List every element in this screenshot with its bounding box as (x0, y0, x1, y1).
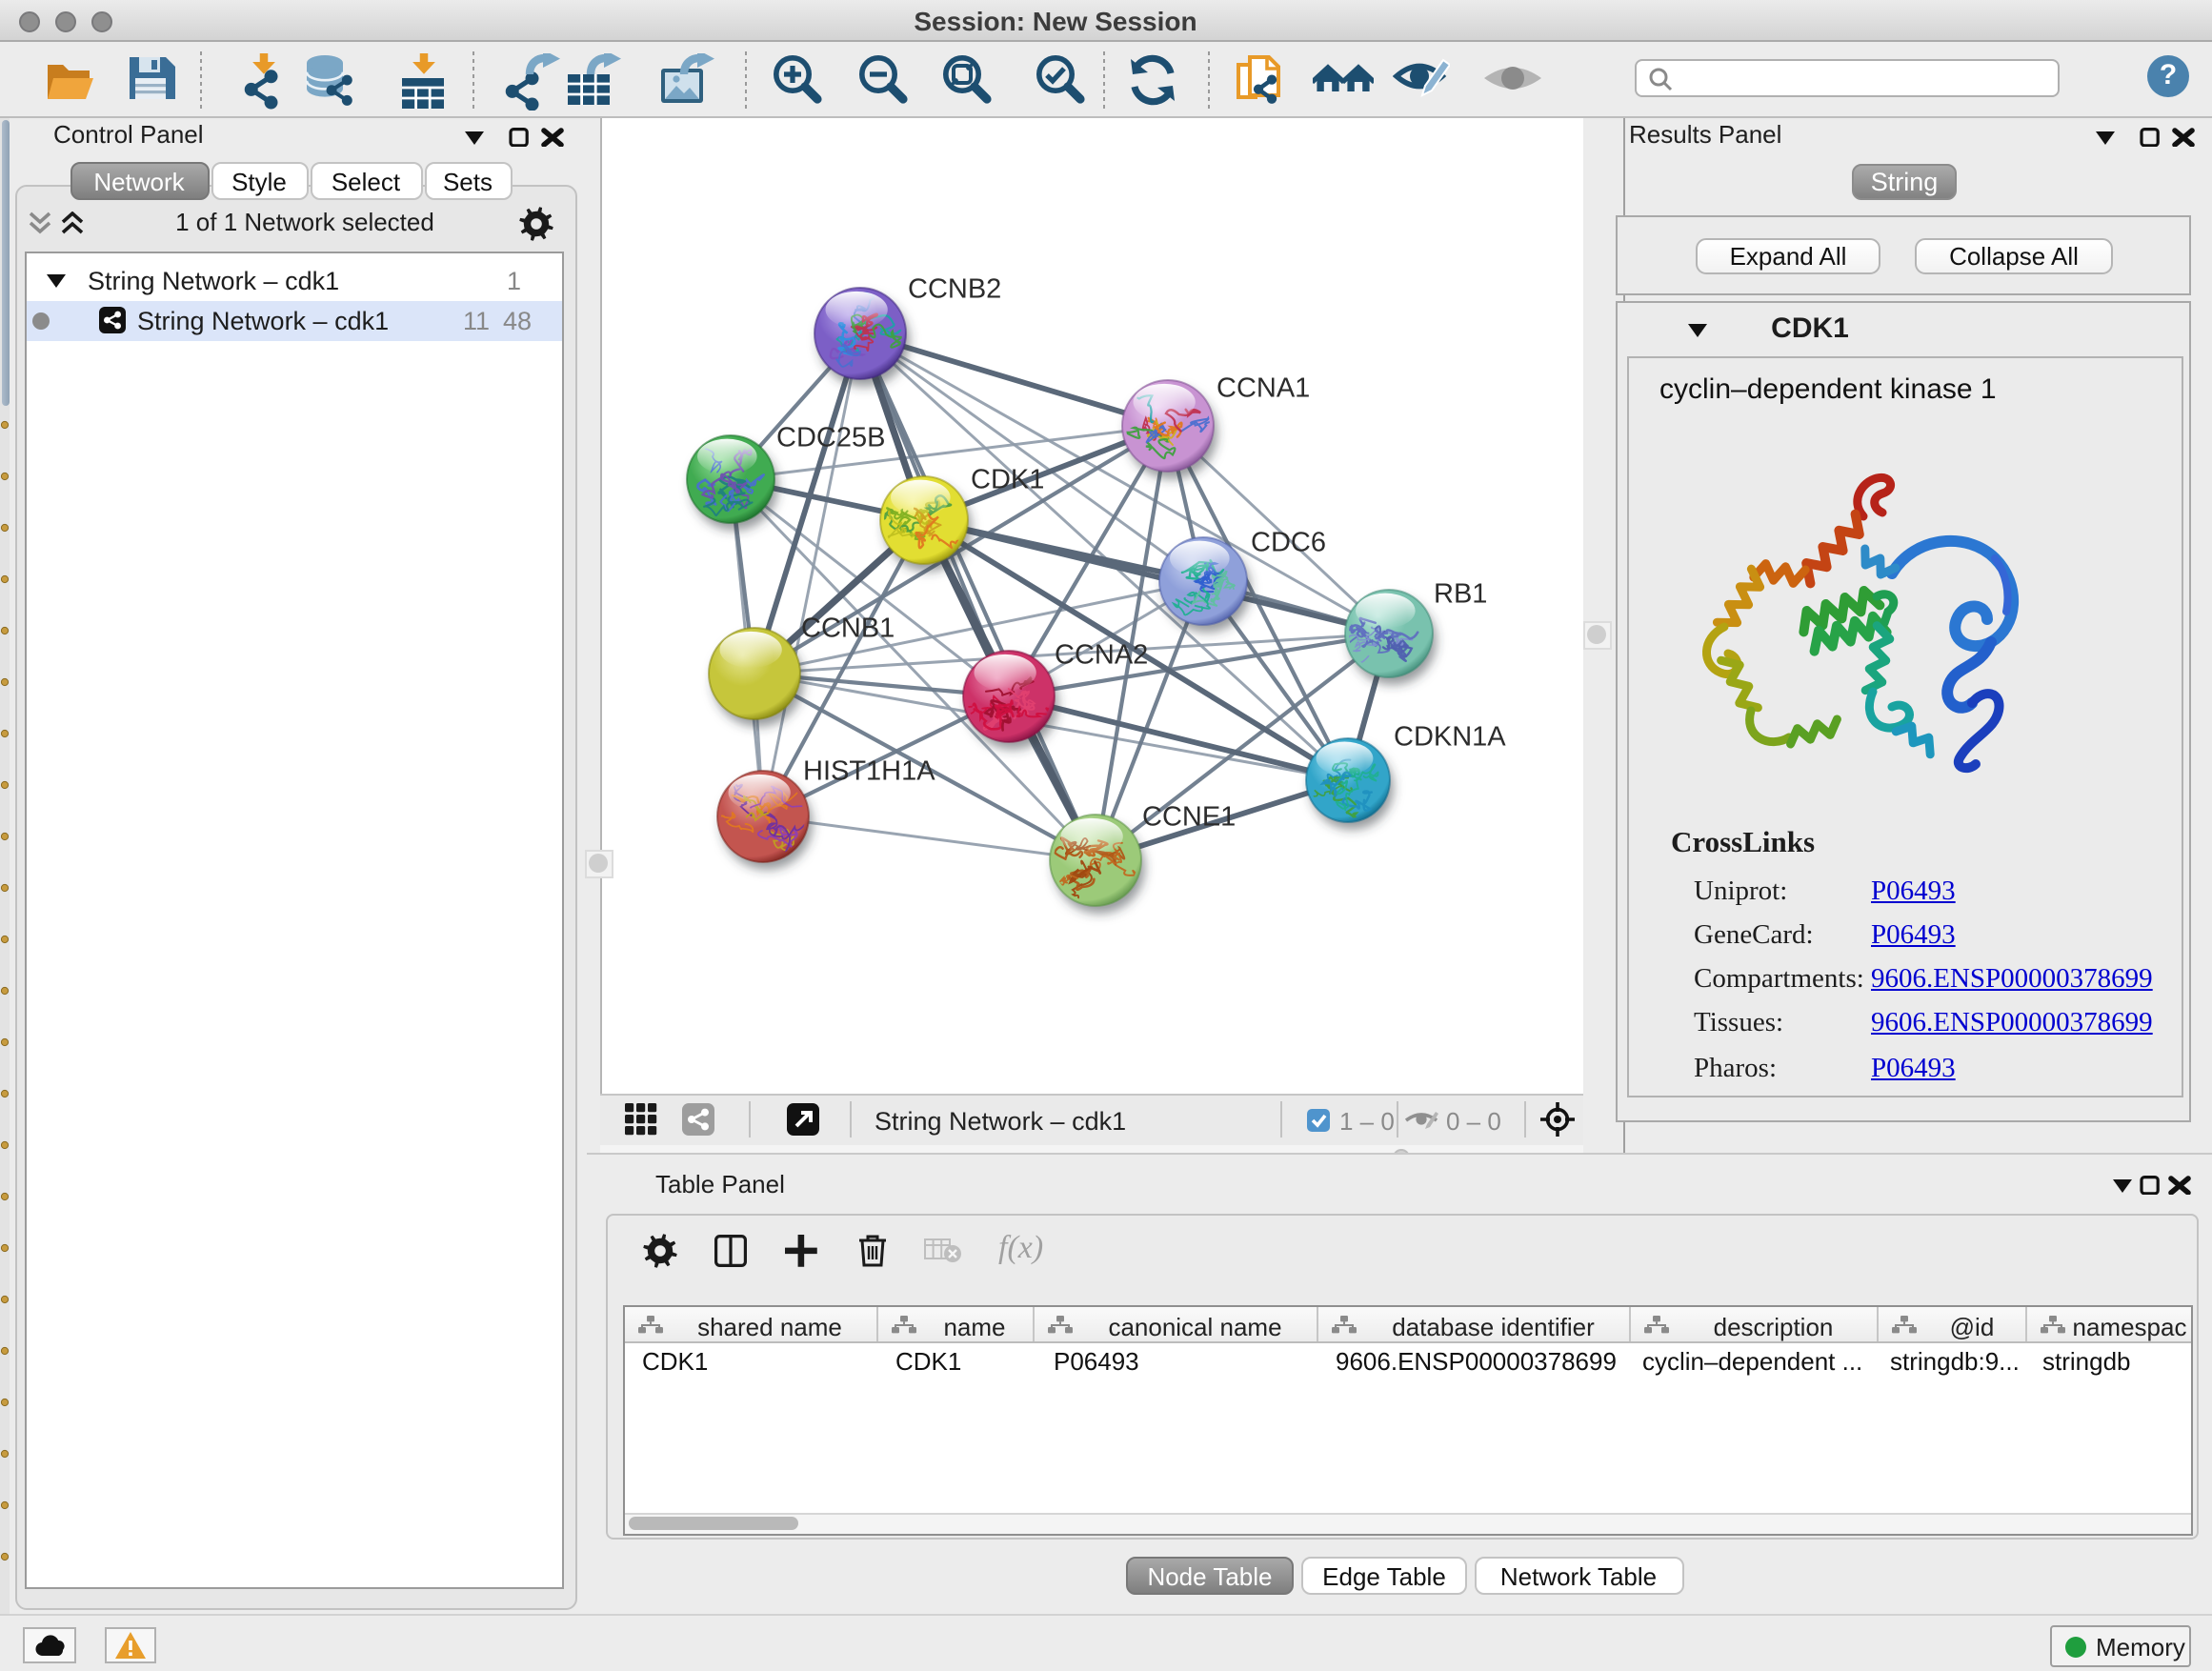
svg-text:CDK1: CDK1 (970, 464, 1043, 494)
svg-text:CDC6: CDC6 (1250, 527, 1325, 557)
svg-text:CDC25B: CDC25B (775, 422, 884, 453)
svg-text:CCNB1: CCNB1 (800, 613, 894, 643)
svg-text:RB1: RB1 (1433, 578, 1486, 609)
svg-text:CCNA2: CCNA2 (1054, 639, 1147, 670)
svg-text:CCNE1: CCNE1 (1141, 801, 1235, 832)
svg-text:HIST1H1A: HIST1H1A (802, 755, 935, 786)
svg-text:CCNB2: CCNB2 (907, 273, 1000, 304)
svg-text:CDKN1A: CDKN1A (1393, 721, 1505, 752)
svg-text:CCNA1: CCNA1 (1216, 372, 1309, 403)
